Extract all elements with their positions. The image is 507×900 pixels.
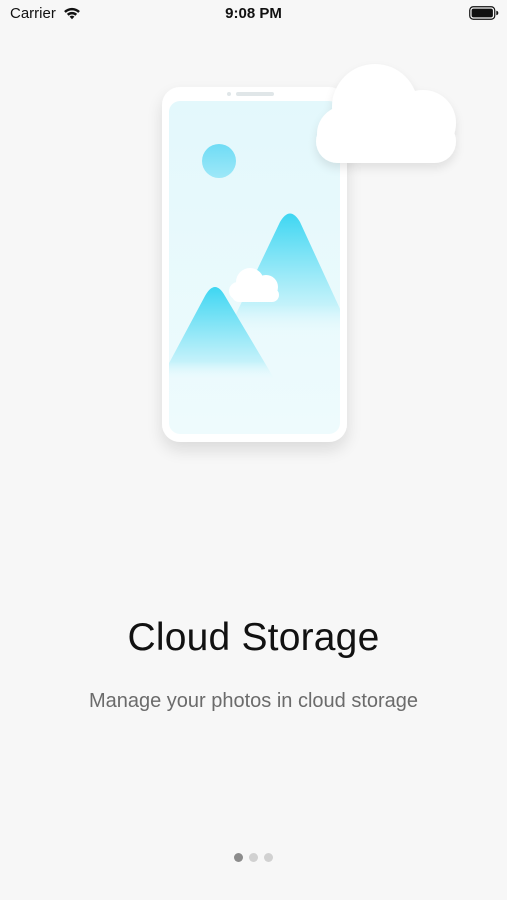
page-title: Cloud Storage xyxy=(127,616,380,659)
page-dot-3[interactable] xyxy=(264,853,273,862)
cloud-storage-illustration xyxy=(162,64,456,442)
cloud-icon xyxy=(316,64,456,163)
page-indicator[interactable] xyxy=(0,853,507,862)
sun-icon xyxy=(202,144,236,178)
page-dot-2[interactable] xyxy=(249,853,258,862)
page-subtitle: Manage your photos in cloud storage xyxy=(88,690,419,712)
page-dot-1[interactable] xyxy=(234,853,243,862)
